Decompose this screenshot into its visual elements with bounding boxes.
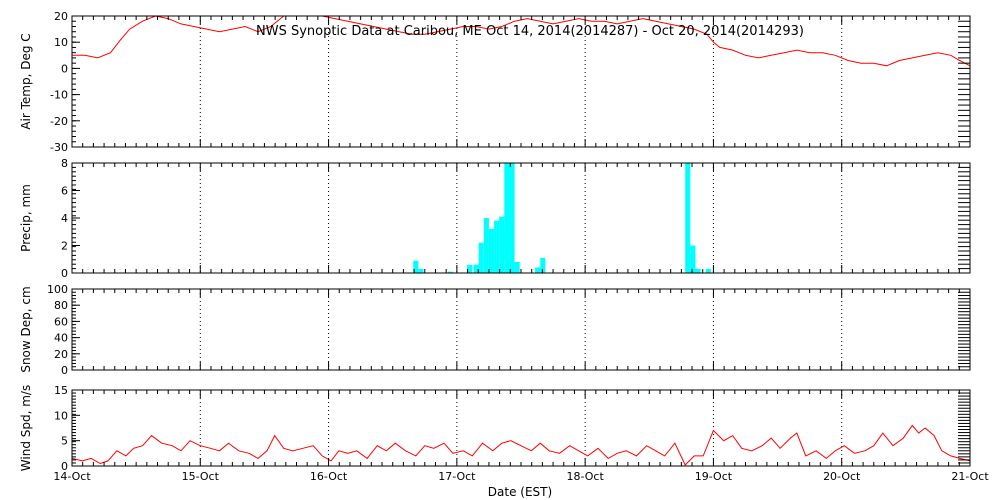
y-tick-label: -20 xyxy=(50,115,68,128)
precip-bar xyxy=(705,268,711,273)
y-tick-label: 20 xyxy=(54,348,68,361)
x-tick-label: 18-Oct xyxy=(566,470,604,483)
panel-frame xyxy=(71,288,971,371)
y-tick-label: 6 xyxy=(61,185,68,198)
precip-bar xyxy=(690,245,696,273)
precip-bar xyxy=(685,163,691,273)
y-tick-label: 60 xyxy=(54,315,68,328)
precip-bar xyxy=(695,268,701,273)
y-axis-label: Wind Spd, m/s xyxy=(19,385,33,471)
precip-bar xyxy=(535,267,541,273)
x-tick-label: 20-Oct xyxy=(823,470,861,483)
y-tick-label: 10 xyxy=(54,409,68,422)
x-tick-label: 14-Oct xyxy=(53,470,91,483)
chart: 20100-10-20-30Air Temp, Deg C86420Precip… xyxy=(19,10,989,499)
chart-title: NWS Synoptic Data at Caribou, ME Oct 14,… xyxy=(256,24,804,39)
y-tick-label: -10 xyxy=(50,89,68,102)
y-axis-label: Snow Dep, cm xyxy=(19,286,33,372)
data-lines xyxy=(71,15,971,466)
y-tick-label: 0 xyxy=(61,62,68,75)
y-tick-label: 2 xyxy=(61,240,68,253)
y-tick-label: 20 xyxy=(54,10,68,23)
x-tick-label: 19-Oct xyxy=(695,470,733,483)
axes xyxy=(71,15,971,467)
x-axis-label: Date (EST) xyxy=(488,485,552,499)
x-tick-label: 16-Oct xyxy=(310,470,348,483)
precip-bar xyxy=(418,268,424,273)
y-tick-label: 0 xyxy=(61,364,68,377)
panel-frame xyxy=(71,389,971,467)
y-tick-label: 80 xyxy=(54,299,68,312)
y-tick-label: -30 xyxy=(50,141,68,154)
y-tick-label: 8 xyxy=(61,157,68,170)
y-tick-label: 10 xyxy=(54,36,68,49)
y-tick-label: 100 xyxy=(47,283,68,296)
y-tick-label: 4 xyxy=(61,212,68,225)
precip-bar xyxy=(499,216,505,273)
x-tick-label: 15-Oct xyxy=(182,470,220,483)
panel-frame xyxy=(71,162,971,274)
precip-bar xyxy=(488,229,495,273)
precip-bars xyxy=(413,163,711,273)
y-tick-label: 15 xyxy=(54,384,68,397)
precip-bar xyxy=(494,220,500,273)
gridlines xyxy=(199,16,843,466)
precip-bar xyxy=(514,262,520,273)
y-tick-label: 5 xyxy=(61,435,68,448)
precip-bar xyxy=(478,242,484,273)
precip-bar xyxy=(504,163,510,273)
x-tick-label: 21-Oct xyxy=(951,470,989,483)
wind-line xyxy=(71,424,971,466)
y-axis-label: Air Temp, Deg C xyxy=(19,33,33,129)
x-tick-label: 17-Oct xyxy=(438,470,476,483)
precip-bar xyxy=(509,163,515,273)
y-tick-label: 40 xyxy=(54,332,68,345)
precip-bar xyxy=(483,218,489,273)
y-tick-label: 0 xyxy=(61,267,68,280)
y-axis-label: Precip, mm xyxy=(19,184,33,252)
